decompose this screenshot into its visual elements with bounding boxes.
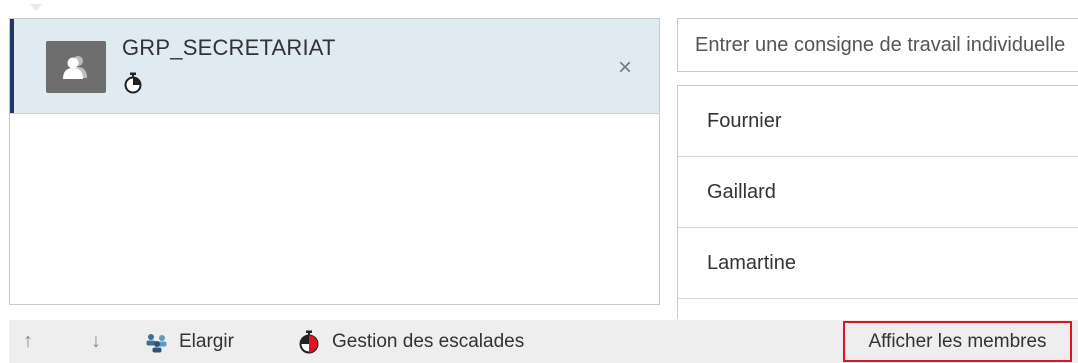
member-name: Gaillard [707,180,776,203]
assignee-name: GRP_SECRETARIAT [122,35,336,60]
expand-label: Elargir [179,330,234,352]
bottom-toolbar: ↑ ↓ Elargir Gestion des escalades Affich… [9,320,1078,363]
assignee-list: GRP_SECRETARIAT × [9,18,660,305]
member-name: Lamartine [707,251,796,274]
member-name: Fournier [707,109,782,132]
member-list-item[interactable]: Lamartine [678,228,1078,299]
escalation-stopwatch-icon [298,330,320,354]
stopwatch-icon [123,72,143,94]
move-down-button[interactable]: ↓ [91,320,101,363]
group-avatar-icon [46,41,106,93]
member-list-item[interactable]: Gaillard [678,157,1078,228]
assignee-row-selected[interactable]: GRP_SECRETARIAT × [10,19,659,114]
work-instruction-input[interactable] [677,18,1078,72]
member-list-item[interactable]: Fournier [678,86,1078,157]
escalation-label: Gestion des escalades [332,330,525,352]
group-expand-icon [145,331,169,353]
show-members-button[interactable]: Afficher les membres [843,321,1072,362]
remove-assignee-button[interactable]: × [614,56,636,80]
expand-button[interactable]: Elargir [145,320,234,363]
escalation-management-button[interactable]: Gestion des escalades [298,320,524,363]
members-list: Fournier Gaillard Lamartine [677,85,1078,319]
dropdown-caret-icon [30,4,42,11]
move-up-button[interactable]: ↑ [23,320,33,363]
